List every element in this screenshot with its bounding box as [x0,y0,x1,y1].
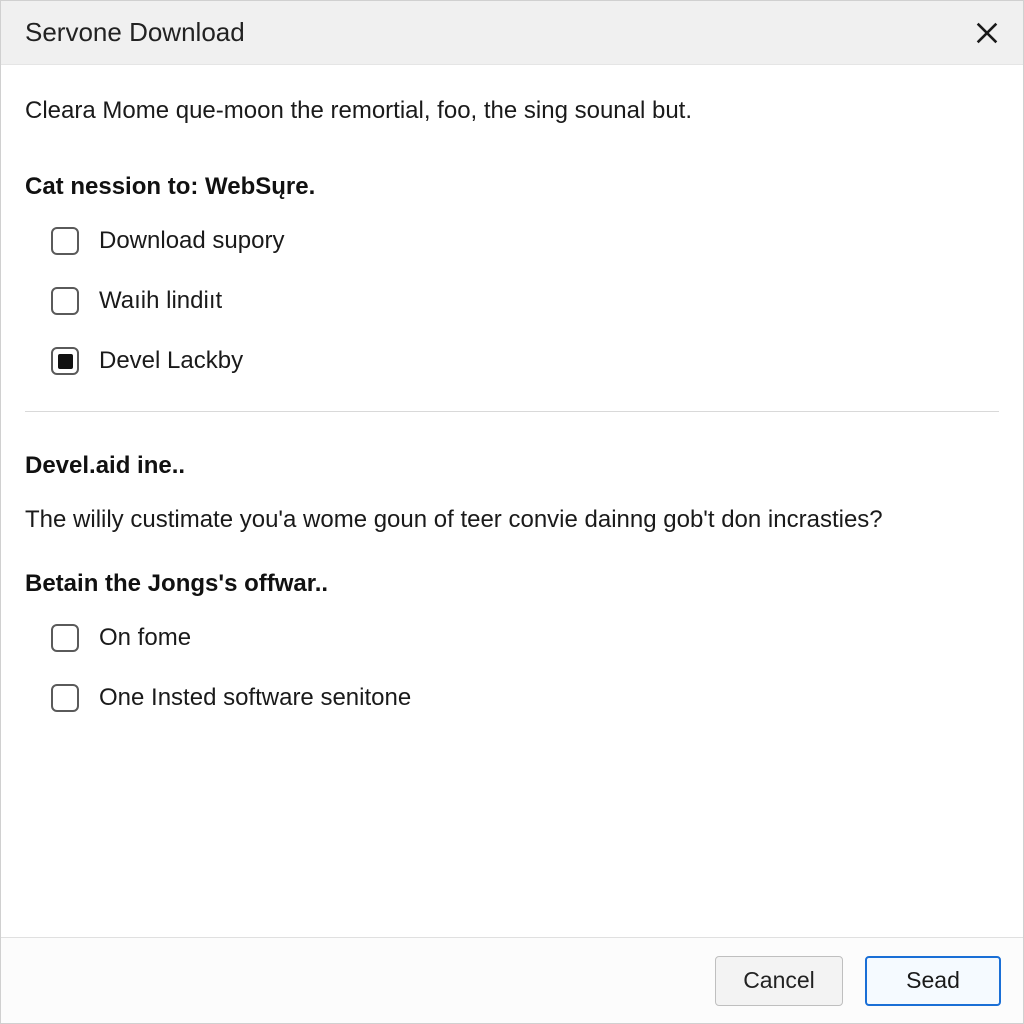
checkbox-label[interactable]: Download supory [99,227,284,255]
checkbox-label[interactable]: One Insted software senitone [99,684,411,712]
divider [25,411,999,412]
dialog-window: Servone Download Cleara Mome que-moon th… [0,0,1024,1024]
dialog-footer: Cancel Sead [1,937,1023,1023]
checkbox-row-on-fome: On fome [51,624,999,652]
checkbox-label[interactable]: On fome [99,624,191,652]
titlebar: Servone Download [1,1,1023,65]
intro-text: Cleara Mome que-moon the remortial, foo,… [25,97,999,125]
section2-heading: Devel.aid ine.. [25,452,999,480]
checkbox-row-devel-lackby: Devel Lackby [51,347,999,375]
section2-text: The wilily custimate you'a wome goun of … [25,506,999,534]
section3-options: On fome One Insted software senitone [25,624,999,712]
checkbox-row-insted-software: One Insted software senitone [51,684,999,712]
checkbox-row-download-supory: Download supory [51,227,999,255]
checkbox-row-waiih-lindit: Waıih lindiıt [51,287,999,315]
close-button[interactable] [969,15,1005,51]
close-icon [973,19,1001,47]
section1-heading: Cat nession to: WebSųre. [25,173,999,201]
section1-options: Download supory Waıih lindiıt Devel Lack… [25,227,999,375]
checkbox-label[interactable]: Devel Lackby [99,347,243,375]
section3-heading: Betain the Jongs's offwar.. [25,570,999,598]
checkbox-waiih-lindit[interactable] [51,287,79,315]
dialog-title: Servone Download [25,17,245,48]
checkbox-download-supory[interactable] [51,227,79,255]
primary-button[interactable]: Sead [865,956,1001,1006]
checkbox-on-fome[interactable] [51,624,79,652]
cancel-button[interactable]: Cancel [715,956,843,1006]
checkbox-label[interactable]: Waıih lindiıt [99,287,222,315]
dialog-content: Cleara Mome que-moon the remortial, foo,… [1,65,1023,937]
checkbox-devel-lackby[interactable] [51,347,79,375]
checkbox-insted-software[interactable] [51,684,79,712]
